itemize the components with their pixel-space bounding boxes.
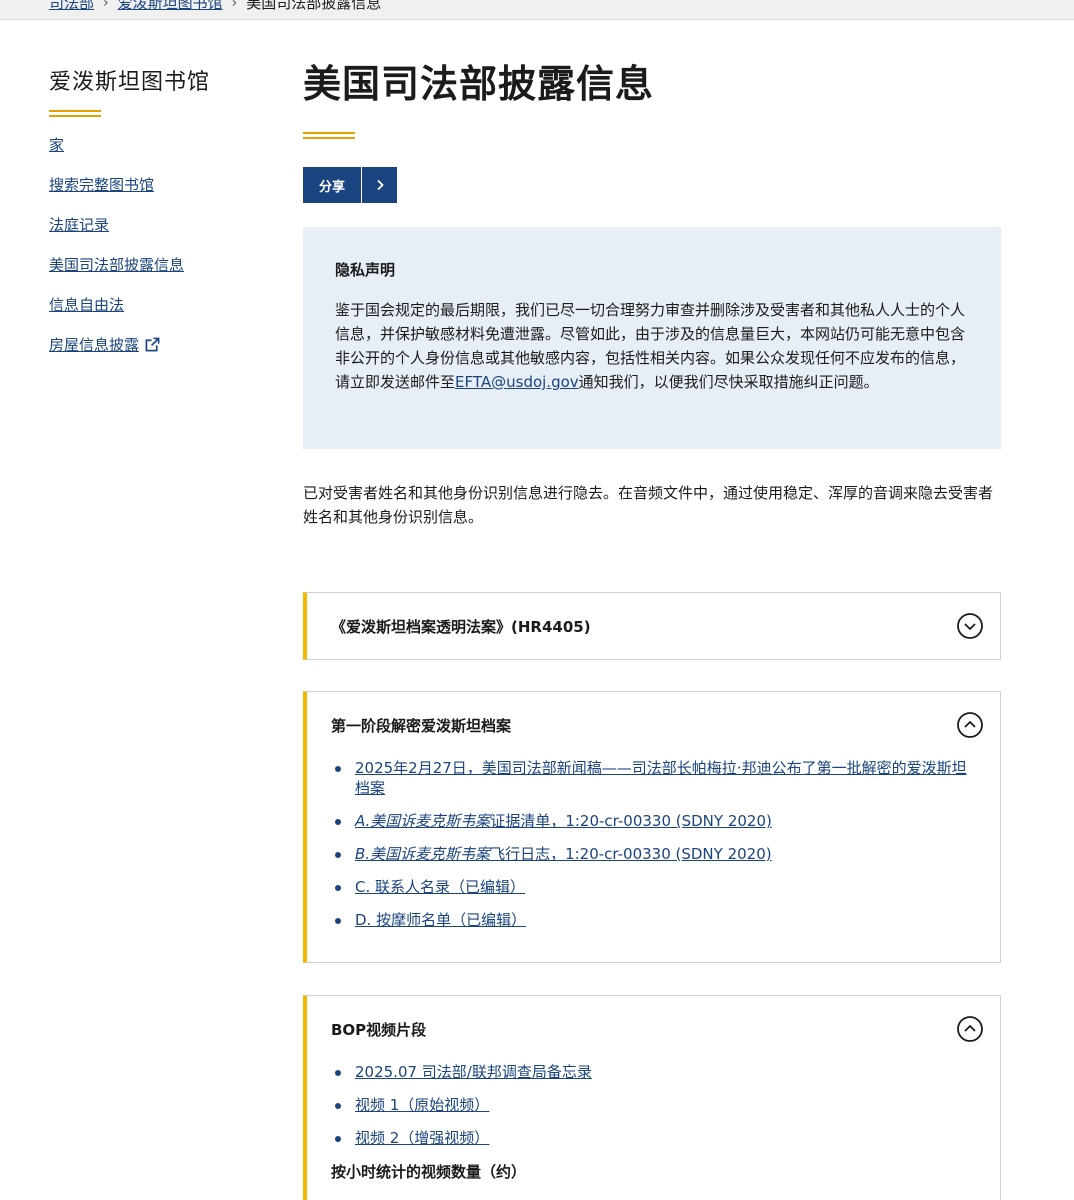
page-title: 美国司法部披露信息 — [303, 61, 655, 106]
video-1-link[interactable]: 视频 1（原始视频） — [355, 1096, 489, 1114]
masseuse-list-link[interactable]: D. 按摩师名单（已编辑） — [355, 911, 526, 929]
accordion-header[interactable]: 《爱泼斯坦档案透明法案》(HR4405) — [307, 593, 1000, 659]
link-text: 飞行日志，1:20-cr-00330 (SDNY 2020) — [490, 845, 772, 863]
memo-link[interactable]: 2025.07 司法部/联邦调查局备忘录 — [355, 1063, 592, 1081]
chevron-up-circle-icon — [957, 1016, 983, 1042]
list-item: 视频 2（增强视频） — [331, 1128, 976, 1148]
accordion-hr4405: 《爱泼斯坦档案透明法案》(HR4405) — [303, 592, 1001, 660]
main-content: 美国司法部披露信息 分享 隐私声明 鉴于国会规定的最后期限，我们已尽一切合理努力… — [303, 56, 1001, 1200]
sidebar-item-label: 房屋信息披露 — [49, 336, 140, 354]
breadcrumb-link-doj[interactable]: 司法部 — [49, 0, 94, 13]
list-item: B.美国诉麦克斯韦案飞行日志，1:20-cr-00330 (SDNY 2020) — [331, 844, 976, 864]
sidebar-item-search-library[interactable]: 搜索完整图书馆 — [49, 175, 269, 195]
page-title-rule — [303, 132, 355, 139]
list-item: C. 联系人名录（已编辑） — [331, 877, 976, 897]
chevron-down-circle-icon — [957, 613, 983, 639]
sidebar-item-court-records[interactable]: 法庭记录 — [49, 215, 269, 235]
share-button-label: 分享 — [319, 179, 346, 195]
list-item: 2025年2月27日，美国司法部新闻稿——司法部长帕梅拉·邦迪公布了第一批解密的… — [331, 758, 976, 798]
accordion-title: 第一阶段解密爱泼斯坦档案 — [331, 716, 512, 735]
breadcrumb-separator-icon: › — [103, 0, 109, 11]
sidebar-item-doj-disclosures[interactable]: 美国司法部披露信息 — [49, 255, 269, 275]
sidebar-nav: 爱泼斯坦图书馆 家 搜索完整图书馆 法庭记录 美国司法部披露信息 信息自由法 房… — [49, 64, 269, 375]
accordion-header[interactable]: 第一阶段解密爱泼斯坦档案 — [307, 692, 1000, 758]
privacy-notice-text: 鉴于国会规定的最后期限，我们已尽一切合理努力审查并删除涉及受害者和其他私人人士的… — [335, 298, 969, 394]
list-item: 视频 1（原始视频） — [331, 1095, 976, 1115]
breadcrumb-link-epstein-library[interactable]: 爱泼斯坦图书馆 — [118, 0, 223, 13]
accordion-body: 2025年2月27日，美国司法部新闻稿——司法部长帕梅拉·邦迪公布了第一批解密的… — [307, 758, 1000, 963]
accordion-title: 《爱泼斯坦档案透明法案》(HR4405) — [331, 617, 591, 636]
list-item: D. 按摩师名单（已编辑） — [331, 910, 976, 930]
accordion-phase-one: 第一阶段解密爱泼斯坦档案 2025年2月27日，美国司法部新闻稿——司法部长帕梅… — [303, 691, 1001, 963]
redaction-note: 已对受害者姓名和其他身份识别信息进行隐去。在音频文件中，通过使用稳定、浑厚的音调… — [303, 484, 994, 526]
list-item: A.美国诉麦克斯韦案证据清单，1:20-cr-00330 (SDNY 2020) — [331, 811, 976, 831]
breadcrumb-separator-icon: › — [231, 0, 238, 11]
case-name: B.美国诉麦克斯韦案 — [355, 845, 491, 863]
sidebar-item-house-disclosures[interactable]: 房屋信息披露 — [49, 335, 269, 355]
accordion-title: BOP视频片段 — [331, 1020, 427, 1039]
sidebar-item-home[interactable]: 家 — [49, 135, 269, 155]
link-text: 证据清单，1:20-cr-00330 (SDNY 2020) — [490, 812, 772, 830]
evidence-list-link[interactable]: A.美国诉麦克斯韦案证据清单，1:20-cr-00330 (SDNY 2020) — [355, 812, 772, 830]
contact-book-link[interactable]: C. 联系人名录（已编辑） — [355, 878, 525, 896]
accordion-bop-video: BOP视频片段 2025.07 司法部/联邦调查局备忘录 视频 1（原始视频） … — [303, 995, 1001, 1200]
sidebar-title: 爱泼斯坦图书馆 — [49, 70, 211, 95]
privacy-notice: 隐私声明 鉴于国会规定的最后期限，我们已尽一切合理努力审查并删除涉及受害者和其他… — [303, 227, 1001, 449]
flight-log-link[interactable]: B.美国诉麦克斯韦案飞行日志，1:20-cr-00330 (SDNY 2020) — [355, 845, 772, 863]
chevron-up-circle-icon — [957, 712, 983, 738]
privacy-email-link[interactable]: EFTA@usdoj.gov — [455, 373, 579, 391]
privacy-notice-title: 隐私声明 — [335, 261, 396, 279]
breadcrumb: 司法部 › 爱泼斯坦图书馆 › 美国司法部披露信息 — [0, 0, 1074, 20]
accordion-header[interactable]: BOP视频片段 — [307, 996, 1000, 1062]
document-list: 2025年2月27日，美国司法部新闻稿——司法部长帕梅拉·邦迪公布了第一批解密的… — [331, 758, 976, 930]
list-item: 2025.07 司法部/联邦调查局备忘录 — [331, 1062, 976, 1082]
video-count-subheading: 按小时统计的视频数量（约） — [331, 1163, 527, 1181]
share-button[interactable]: 分享 — [303, 167, 398, 203]
sidebar-item-foia[interactable]: 信息自由法 — [49, 295, 269, 315]
chevron-right-icon — [361, 167, 397, 203]
video-2-link[interactable]: 视频 2（增强视频） — [355, 1129, 489, 1147]
privacy-text-part: 通知我们，以便我们尽快采取措施纠正问题。 — [578, 373, 879, 391]
sidebar-title-rule — [49, 110, 101, 117]
external-link-icon — [145, 337, 161, 352]
press-release-link[interactable]: 2025年2月27日，美国司法部新闻稿——司法部长帕梅拉·邦迪公布了第一批解密的… — [355, 759, 967, 797]
video-list: 2025.07 司法部/联邦调查局备忘录 视频 1（原始视频） 视频 2（增强视… — [331, 1062, 976, 1148]
accordion-body: 2025.07 司法部/联邦调查局备忘录 视频 1（原始视频） 视频 2（增强视… — [307, 1062, 1000, 1200]
case-name: A.美国诉麦克斯韦案 — [355, 812, 491, 830]
breadcrumb-current: 美国司法部披露信息 — [246, 0, 382, 12]
